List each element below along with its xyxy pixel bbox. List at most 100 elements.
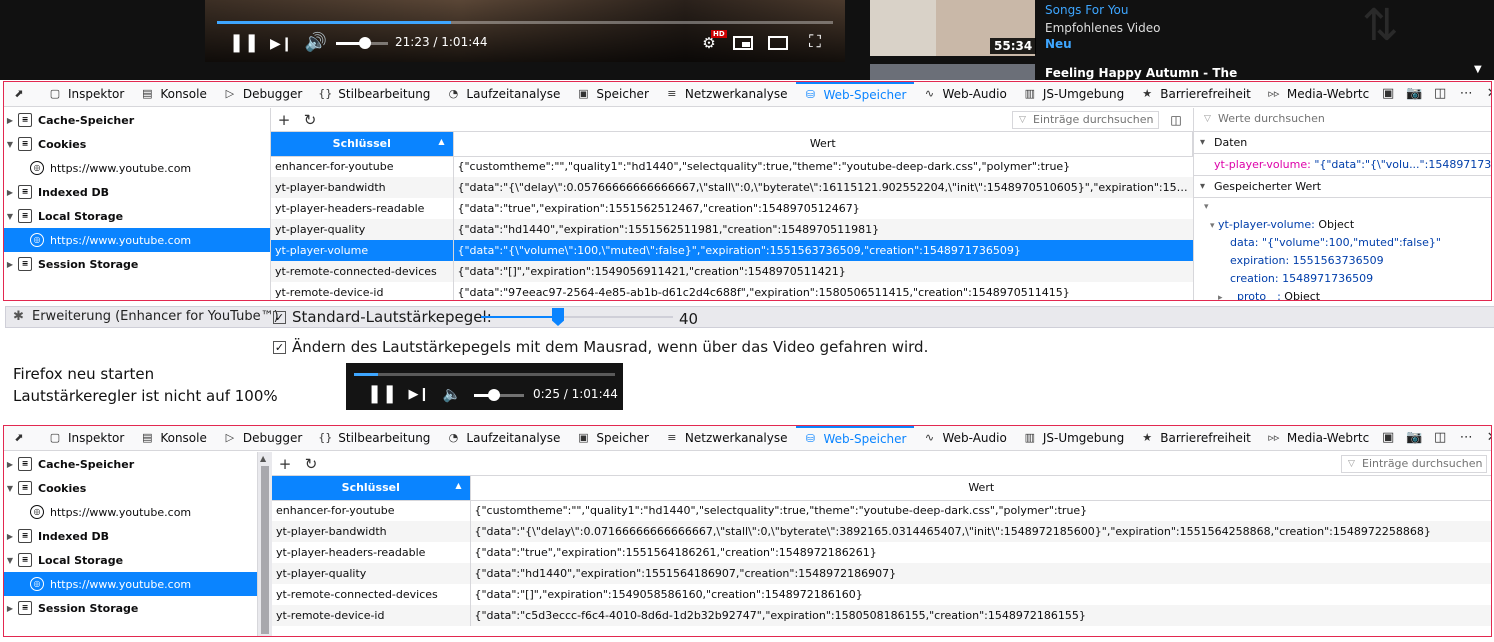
dock-side-icon[interactable]: ◫ — [1429, 428, 1451, 448]
collapsed-arrow-icon[interactable]: ▶ — [4, 188, 16, 197]
tree-node-2[interactable]: ▼ ≡ Cookies — [4, 476, 257, 500]
tree-node-2[interactable]: ▼ ≡ Local Storage — [4, 548, 257, 572]
add-item-icon[interactable]: + — [272, 455, 298, 473]
tab-console-2[interactable]: ▤ Konsole — [132, 426, 215, 451]
screenshot-icon[interactable]: 📷 — [1403, 84, 1425, 104]
expanded-arrow-icon[interactable]: ▼ — [4, 212, 16, 221]
tree-node[interactable]: ▶ ≡ Session Storage — [4, 252, 270, 276]
proto-entry[interactable]: ▸ __proto__: Object — [1194, 288, 1491, 300]
tab-storage[interactable]: ⛁ Web-Speicher — [795, 82, 915, 107]
table-row[interactable]: yt-remote-device-id {"data":"97eeac97-256… — [271, 282, 1193, 300]
tree-node[interactable]: ▼ ≡ Cookies — [4, 132, 270, 156]
tree-node[interactable]: ◎ https://www.youtube.com — [4, 228, 270, 252]
table-row-2[interactable]: yt-player-bandwidth {"data":"{\"delay\":0… — [272, 521, 1491, 542]
element-picker-button-2[interactable]: ⬈ — [4, 426, 40, 451]
volume-slider-knob[interactable] — [359, 37, 371, 49]
tree-node-2[interactable]: ◎ https://www.youtube.com — [4, 572, 257, 596]
table-row[interactable]: enhancer-for-youtube {"customtheme":"","q… — [271, 156, 1193, 177]
scroll-up-icon[interactable]: ▲ — [260, 454, 266, 463]
add-item-icon[interactable]: + — [271, 111, 297, 129]
video-player-top[interactable]: ❚❚ ▶❙ 🔊 21:23 / 1:01:44 ⚙ HD ⛶ 55:34 Son… — [0, 0, 1494, 80]
responsive-design-icon[interactable]: ▣ — [1377, 428, 1399, 448]
tab-scratch[interactable]: ▥ JS-Umgebung — [1015, 82, 1132, 107]
table-row-2[interactable]: yt-player-quality {"data":"hd1440","expir… — [272, 563, 1491, 584]
more-options-icon[interactable]: ⋯ — [1455, 84, 1477, 104]
toggle-sidebar-icon[interactable]: ◫ — [1163, 113, 1189, 127]
tab-memory[interactable]: ▣ Speicher — [568, 82, 656, 107]
default-volume-slider[interactable] — [481, 308, 673, 326]
tree-scrollbar[interactable]: ▲ — [258, 452, 272, 636]
suggestion-title[interactable]: Songs For You — [1045, 3, 1129, 17]
tree-node-2[interactable]: ▶ ≡ Session Storage — [4, 596, 257, 620]
entries-search-input-2[interactable]: Einträge durchsuchen — [1341, 454, 1487, 473]
column-header-value-2[interactable]: Wert — [470, 476, 1491, 501]
table-row[interactable]: yt-remote-connected-devices {"data":"[]",… — [271, 261, 1193, 282]
tab-perf[interactable]: ◔ Laufzeitanalyse — [438, 82, 568, 107]
suggestion-title-2[interactable]: Feeling Happy Autumn - The — [1045, 66, 1237, 80]
tab-memory-2[interactable]: ▣ Speicher — [568, 426, 656, 451]
entries-search-input[interactable]: Einträge durchsuchen — [1012, 110, 1159, 129]
data-entry[interactable]: yt-player-volume: "{"data":"{\"volu...":… — [1194, 154, 1491, 176]
tab-a11y-2[interactable]: ★ Barrierefreiheit — [1132, 426, 1259, 451]
responsive-design-icon[interactable]: ▣ — [1377, 84, 1399, 104]
screenshot-icon[interactable]: 📷 — [1403, 428, 1425, 448]
theater-mode-icon[interactable] — [768, 36, 788, 50]
expanded-arrow-icon[interactable]: ▼ — [4, 484, 16, 493]
tab-network[interactable]: ≡ Netzwerkanalyse — [657, 82, 796, 107]
refresh-icon[interactable]: ↻ — [298, 455, 324, 473]
table-row-2[interactable]: yt-remote-device-id {"data":"c5d3eccc-f6c… — [272, 605, 1491, 626]
collapsed-arrow-icon[interactable]: ▶ — [4, 116, 16, 125]
tab-scratch-2[interactable]: ▥ JS-Umgebung — [1015, 426, 1132, 451]
table-row-2[interactable]: yt-player-headers-readable {"data":"true"… — [272, 542, 1491, 563]
column-header-key-2[interactable]: Schlüssel — [272, 476, 471, 501]
table-row-2[interactable]: yt-remote-connected-devices {"data":"[]",… — [272, 584, 1491, 605]
tree-node[interactable]: ◎ https://www.youtube.com — [4, 156, 270, 180]
tree-node[interactable]: ▼ ≡ Local Storage — [4, 204, 270, 228]
fullscreen-icon[interactable]: ⛶ — [803, 33, 827, 51]
tab-a11y[interactable]: ★ Barrierefreiheit — [1132, 82, 1259, 107]
close-icon[interactable]: ✕ — [1481, 84, 1491, 104]
element-picker-button[interactable]: ⬈ — [4, 82, 40, 107]
tab-network-2[interactable]: ≡ Netzwerkanalyse — [657, 426, 796, 451]
suggestion-thumbnail-2[interactable] — [870, 64, 1035, 80]
table-row[interactable]: yt-player-bandwidth {"data":"{\"delay\":0… — [271, 177, 1193, 198]
more-options-icon[interactable]: ⋯ — [1455, 428, 1477, 448]
video-progress-bar[interactable] — [217, 21, 833, 24]
volume-icon[interactable]: 🔊 — [304, 34, 328, 52]
mini-volume-icon[interactable]: 🔈 — [441, 385, 463, 403]
tab-style[interactable]: {} Stilbearbeitung — [310, 82, 438, 107]
mini-pause-icon[interactable]: ❚❚ — [367, 385, 397, 403]
volume-slider[interactable] — [336, 37, 388, 49]
stored-value-section-header[interactable]: Gespeicherter Wert — [1194, 176, 1491, 198]
dock-side-icon[interactable]: ◫ — [1429, 84, 1451, 104]
mini-volume-knob[interactable] — [488, 389, 500, 401]
tree-node[interactable]: ▶ ≡ Indexed DB — [4, 180, 270, 204]
table-row-2[interactable]: enhancer-for-youtube {"customtheme":"","q… — [272, 500, 1491, 521]
scroll-down-icon[interactable]: ▼ — [1474, 64, 1482, 75]
column-header-key[interactable]: Schlüssel — [271, 132, 454, 157]
values-search-input[interactable]: Werte durchsuchen — [1198, 110, 1488, 129]
tab-debugger[interactable]: ▷ Debugger — [215, 82, 310, 107]
close-icon[interactable]: ✕ — [1481, 428, 1491, 448]
mini-next-icon[interactable]: ▶❙ — [408, 386, 430, 404]
pause-icon[interactable]: ❚❚ — [229, 34, 259, 52]
tree-node-2[interactable]: ▶ ≡ Cache-Speicher — [4, 452, 257, 476]
tab-webrtc-2[interactable]: ▹▹ Media-Webrtc — [1259, 426, 1377, 451]
tree-node[interactable]: ▶ ≡ Cache-Speicher — [4, 108, 270, 132]
collapsed-arrow-icon[interactable]: ▶ — [4, 460, 16, 469]
tab-inspector[interactable]: ▢ Inspektor — [40, 82, 132, 107]
tab-debugger-2[interactable]: ▷ Debugger — [215, 426, 310, 451]
option1-checkbox[interactable]: ✓ — [273, 311, 286, 324]
tab-perf-2[interactable]: ◔ Laufzeitanalyse — [438, 426, 568, 451]
expanded-arrow-icon[interactable]: ▼ — [4, 140, 16, 149]
tab-console[interactable]: ▤ Konsole — [132, 82, 215, 107]
stored-root-toggle[interactable]: ▾ — [1194, 198, 1491, 216]
tab-webrtc[interactable]: ▹▹ Media-Webrtc — [1259, 82, 1377, 107]
expanded-arrow-icon[interactable]: ▼ — [4, 556, 16, 565]
table-row[interactable]: yt-player-quality {"data":"hd1440","expir… — [271, 219, 1193, 240]
next-icon[interactable]: ▶❙ — [270, 35, 293, 53]
stored-prop[interactable]: data: "{"volume":100,"muted":false}" — [1194, 234, 1491, 252]
tab-inspector-2[interactable]: ▢ Inspektor — [40, 426, 132, 451]
collapsed-arrow-icon[interactable]: ▶ — [4, 260, 16, 269]
tree-node-2[interactable]: ▶ ≡ Indexed DB — [4, 524, 257, 548]
